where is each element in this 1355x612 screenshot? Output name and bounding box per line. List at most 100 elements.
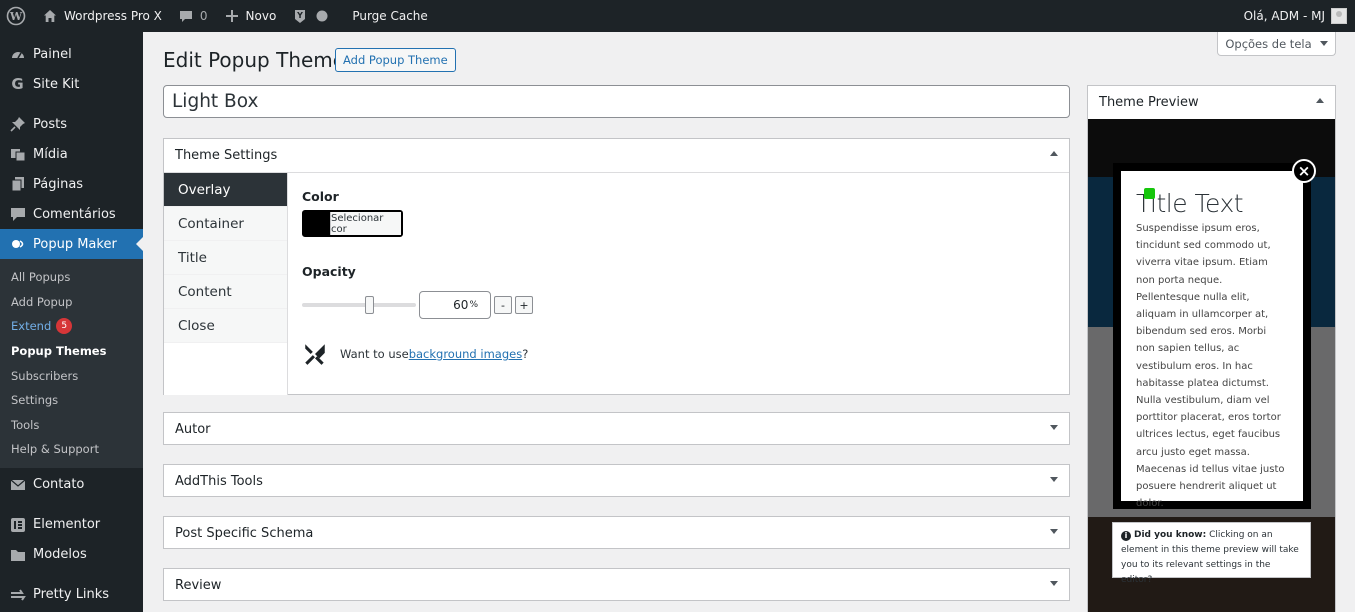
wordpress-logo-button[interactable]: W [0, 0, 34, 32]
preview-popup-content[interactable]: Title Text Suspendisse ipsum eros, tinci… [1121, 171, 1303, 509]
theme-preview-header[interactable]: Theme Preview [1088, 86, 1335, 119]
mail-icon [9, 476, 26, 493]
preview-popup-container[interactable]: Title Text Suspendisse ipsum eros, tinci… [1113, 163, 1311, 509]
site-name-link[interactable]: Wordpress Pro X [34, 0, 170, 32]
screen-options-label: Opções de tela [1225, 36, 1312, 51]
comment-icon [179, 11, 192, 22]
sidebar-item-contato[interactable]: Contato [0, 470, 143, 500]
user-account-menu[interactable]: Olá, ADM - MJ [1236, 0, 1351, 32]
did-you-know-tip: i Did you know: Clicking on an element in… [1112, 522, 1311, 585]
yoast-menu[interactable]: Y [284, 0, 344, 32]
submenu-tools[interactable]: Tools [0, 413, 143, 438]
sidebar-item-label: Páginas [33, 176, 84, 192]
folder-icon [9, 546, 26, 563]
expand-arrow-icon[interactable] [1050, 477, 1058, 482]
tab-content[interactable]: Content [164, 275, 287, 309]
opacity-value: 60 [453, 298, 469, 312]
tab-container[interactable]: Container [164, 207, 287, 241]
avatar [1331, 8, 1347, 24]
theme-settings-box: Theme Settings Overlay Container Title C… [163, 138, 1070, 395]
review-box-header[interactable]: Review [164, 569, 1069, 602]
opacity-slider[interactable] [302, 296, 416, 314]
sidebar-item-label: Pretty Links [33, 587, 110, 603]
tab-title[interactable]: Title [164, 241, 287, 275]
sidebar-item-site-kit[interactable]: G Site Kit [0, 69, 143, 99]
submenu-extend[interactable]: Extend 5 [0, 314, 143, 339]
page-title: Edit Popup Theme [163, 48, 346, 72]
sidebar-item-pretty-links[interactable]: Pretty Links [0, 580, 143, 610]
addthis-tools-box-header[interactable]: AddThis Tools [164, 465, 1069, 498]
wordpress-icon: W [6, 6, 26, 26]
sidebar-item-midia[interactable]: Mídia [0, 139, 143, 169]
sidebar-item-elementor[interactable]: Elementor [0, 510, 143, 540]
status-dot-icon [316, 10, 328, 22]
preview-close-button[interactable]: × [1292, 159, 1316, 183]
pages-icon [9, 176, 26, 193]
media-icon [9, 146, 26, 163]
box-title: Theme Settings [175, 148, 278, 163]
screen-options-button[interactable]: Opções de tela [1217, 32, 1336, 56]
autor-box-header[interactable]: Autor [164, 413, 1069, 446]
expand-arrow-icon[interactable] [1050, 425, 1058, 430]
purge-cache-button[interactable]: Purge Cache [344, 0, 436, 32]
sidebar-item-modelos[interactable]: Modelos [0, 540, 143, 570]
opacity-decrement-button[interactable]: - [494, 296, 512, 314]
background-images-link[interactable]: background images [409, 347, 522, 361]
submenu-label: Add Popup [11, 294, 73, 309]
sidebar-item-posts[interactable]: Posts [0, 109, 143, 139]
comments-link[interactable]: 0 [170, 0, 216, 32]
post-specific-schema-box-header[interactable]: Post Specific Schema [164, 517, 1069, 550]
sidebar-item-label: Comentários [33, 206, 116, 222]
sidebar-item-comentarios[interactable]: Comentários [0, 199, 143, 229]
chevron-down-icon [1319, 41, 1328, 46]
purge-cache-label: Purge Cache [352, 9, 428, 23]
submenu-label: Tools [11, 417, 40, 432]
submenu-subscribers[interactable]: Subscribers [0, 363, 143, 388]
select-color-button[interactable]: Selecionar cor [330, 212, 401, 235]
submenu-settings[interactable]: Settings [0, 388, 143, 413]
user-greeting: Olá, ADM - MJ [1243, 9, 1325, 23]
preview-popup-title[interactable]: Title Text [1136, 189, 1288, 218]
opacity-input[interactable]: 60 % [419, 291, 491, 319]
new-content-link[interactable]: Novo [216, 0, 285, 32]
autor-box: Autor [163, 412, 1070, 445]
tab-close[interactable]: Close [164, 309, 287, 343]
comments-count: 0 [199, 9, 208, 23]
submenu-label: All Popups [11, 270, 71, 285]
submenu-help-support[interactable]: Help & Support [0, 437, 143, 462]
sidebar-item-paginas[interactable]: Páginas [0, 169, 143, 199]
yoast-icon: Y [295, 10, 306, 23]
bg-prompt-suffix: ? [522, 347, 529, 361]
color-label: Color [302, 189, 339, 204]
preview-popup-body[interactable]: Suspendisse ipsum eros, tincidunt sed co… [1136, 220, 1288, 512]
review-box: Review [163, 568, 1070, 601]
sidebar-item-popup-maker[interactable]: Popup Maker [0, 229, 143, 259]
collapse-arrow-icon[interactable] [1316, 98, 1324, 103]
submenu-popup-themes[interactable]: Popup Themes [0, 339, 143, 364]
sidebar-item-painel[interactable]: Painel [0, 39, 143, 69]
opacity-slider-handle[interactable] [365, 296, 374, 314]
theme-preview-area[interactable]: Title Text Suspendisse ipsum eros, tinci… [1088, 119, 1335, 612]
color-picker[interactable]: Selecionar cor [302, 210, 403, 237]
submenu-label: Extend [11, 319, 52, 334]
collapse-arrow-icon[interactable] [1050, 151, 1058, 156]
sidebar-item-label: Mídia [33, 146, 68, 162]
opacity-increment-button[interactable]: + [515, 296, 533, 314]
main-content: Opções de tela Edit Popup Theme Add Popu… [143, 32, 1355, 612]
theme-title-input[interactable]: Light Box [163, 85, 1070, 118]
submenu-add-popup[interactable]: Add Popup [0, 290, 143, 315]
expand-arrow-icon[interactable] [1050, 581, 1058, 586]
submenu-label: Popup Themes [11, 344, 107, 359]
submenu-all-popups[interactable]: All Popups [0, 265, 143, 290]
expand-arrow-icon[interactable] [1050, 529, 1058, 534]
plus-icon [225, 10, 238, 22]
add-popup-theme-button[interactable]: Add Popup Theme [335, 48, 456, 72]
theme-settings-header[interactable]: Theme Settings [164, 139, 1069, 172]
admin-sidebar: Painel G Site Kit Posts Mídia Páginas Co… [0, 32, 143, 612]
sidebar-item-label: Popup Maker [33, 236, 117, 252]
tab-overlay[interactable]: Overlay [164, 173, 287, 207]
color-swatch [304, 212, 330, 235]
pin-icon [9, 116, 26, 133]
box-title: Review [175, 578, 222, 593]
addthis-tools-box: AddThis Tools [163, 464, 1070, 497]
